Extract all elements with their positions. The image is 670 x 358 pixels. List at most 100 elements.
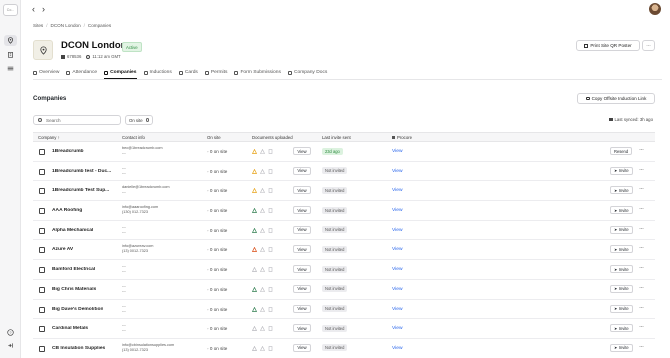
view-documents-button[interactable]: View — [293, 206, 311, 215]
help-icon[interactable]: ? — [4, 327, 17, 338]
action-label: Invite — [618, 207, 629, 213]
procore-view-link[interactable]: View — [392, 208, 403, 213]
building-icon[interactable] — [4, 49, 17, 60]
row-more-icon[interactable]: ··· — [639, 167, 644, 173]
table-row[interactable]: Alpha Mechanical --- --- ◦ 0 on site View Not… — [33, 221, 655, 241]
company-name[interactable]: CB Insulation Supplies — [52, 346, 105, 351]
table-row[interactable]: Cardinal Metals --- --- ◦ 0 on site View Not … — [33, 319, 655, 339]
table-row[interactable]: Bamford Electrical --- --- ◦ 0 on site View N… — [33, 260, 655, 280]
row-more-icon[interactable]: ··· — [639, 324, 644, 330]
row-more-icon[interactable]: ··· — [639, 265, 644, 271]
row-more-icon[interactable]: ··· — [639, 206, 644, 212]
collapse-icon[interactable] — [4, 340, 17, 351]
procore-view-link[interactable]: View — [392, 149, 403, 154]
view-documents-button[interactable]: View — [293, 225, 311, 234]
table-row[interactable]: 1Breadcrumb Test Sup... danielle@1breadcr… — [33, 181, 655, 202]
company-name[interactable]: 1Breadcrumb test - Duc... — [52, 169, 111, 174]
invite-button[interactable]: ➤ Invite — [610, 343, 633, 352]
invite-button[interactable]: ➤ Invite — [610, 166, 633, 175]
table-row[interactable]: Big Chris Materials --- --- ◦ 0 on site View… — [33, 280, 655, 300]
company-name[interactable]: Azure AV — [52, 247, 73, 252]
procore-view-link[interactable]: View — [392, 188, 403, 193]
table-row[interactable]: AAA Roofing info@aaaroofing.com (130) 012-… — [33, 201, 655, 221]
view-documents-button[interactable]: View — [293, 324, 311, 333]
view-documents-button[interactable]: View — [293, 166, 311, 175]
copy-offsite-link-button[interactable]: Copy Offsite Induction Link — [577, 93, 655, 104]
column-company[interactable]: Company ↑ — [38, 135, 60, 140]
table-row[interactable]: Azure AV info@azureav.com (13) 0012-7323 ◦ … — [33, 240, 655, 261]
procore-view-link[interactable]: View — [392, 307, 403, 312]
view-documents-button[interactable]: View — [293, 343, 311, 352]
invite-button[interactable]: ➤ Invite — [610, 265, 633, 274]
view-documents-button[interactable]: View — [293, 304, 311, 313]
company-name[interactable]: Big Chris Materials — [52, 287, 96, 292]
company-name[interactable]: Cardinal Metals — [52, 326, 88, 331]
company-name[interactable]: Alpha Mechanical — [52, 228, 93, 233]
forward-arrow-icon[interactable]: › — [42, 5, 45, 14]
file-icon — [268, 227, 273, 233]
procore-view-link[interactable]: View — [392, 247, 403, 252]
tab-company-docs[interactable]: Company Docs — [287, 70, 327, 79]
table-row[interactable]: 1Breadcrumb test - Duc... --- --- ◦ 0 on si… — [33, 162, 655, 182]
invite-button[interactable]: ➤ Invite — [610, 304, 633, 313]
view-documents-button[interactable]: View — [293, 284, 311, 293]
procore-view-link[interactable]: View — [392, 326, 403, 331]
row-more-icon[interactable]: ··· — [639, 186, 644, 192]
invite-button[interactable]: ➤ Invite — [610, 225, 633, 234]
tab-cards[interactable]: Cards — [178, 70, 198, 79]
procore-view-link[interactable]: View — [392, 346, 403, 351]
view-documents-button[interactable]: View — [293, 265, 311, 274]
procore-view-link[interactable]: View — [392, 228, 403, 233]
table-row[interactable]: Big Dave's Demolition --- --- ◦ 0 on site Vi… — [33, 300, 655, 320]
row-more-icon[interactable]: ··· — [639, 344, 644, 350]
view-documents-button[interactable]: View — [293, 186, 311, 195]
table-row[interactable]: CB Insulation Supplies info@cbinsulations… — [33, 339, 655, 358]
invite-button[interactable]: ➤ Invite — [610, 284, 633, 293]
row-more-icon[interactable]: ··· — [639, 245, 644, 251]
tab-inductions[interactable]: Inductions — [143, 70, 172, 79]
contact-info: danielle@1breadcrumb.com --- — [122, 185, 170, 195]
procore-view-link[interactable]: View — [392, 169, 403, 174]
invite-button[interactable]: ➤ Invite — [610, 186, 633, 195]
more-options-button[interactable]: ··· — [642, 40, 655, 51]
clear-filter-icon[interactable] — [145, 118, 150, 122]
workspace-logo[interactable]: Co... — [3, 4, 18, 16]
invite-button[interactable]: ➤ Invite — [610, 206, 633, 215]
page-title: DCON London — [61, 40, 127, 51]
view-documents-button[interactable]: View — [293, 147, 311, 155]
tab-permits[interactable]: Permits — [204, 70, 227, 79]
invite-status-badge: Not invited — [322, 265, 348, 273]
breadcrumb-sites[interactable]: Sites — [33, 23, 43, 28]
avatar[interactable] — [649, 3, 661, 15]
company-name[interactable]: AAA Roofing — [52, 208, 82, 213]
company-name[interactable]: 1Breadcrumb Test Sup... — [52, 188, 109, 193]
procore-view-link[interactable]: View — [392, 267, 403, 272]
back-arrow-icon[interactable]: ‹ — [32, 5, 35, 14]
tab-companies[interactable]: Companies — [104, 70, 137, 79]
print-qr-button[interactable]: Print Site QR Poster — [576, 40, 640, 51]
resend-button[interactable]: Resend — [610, 147, 633, 155]
filter-chip-on-site[interactable]: On site — [125, 115, 154, 125]
table-row[interactable]: 1Breadcrumb bec@1breadcrumb.com --- ◦ 0 on … — [33, 142, 655, 162]
company-name[interactable]: Bamford Electrical — [52, 267, 95, 272]
company-name[interactable]: Big Dave's Demolition — [52, 307, 103, 312]
document-status-icon — [251, 148, 258, 154]
invite-button[interactable]: ➤ Invite — [610, 324, 633, 333]
procore-view-link[interactable]: View — [392, 287, 403, 292]
row-more-icon[interactable]: ··· — [639, 226, 644, 232]
tab-attendance[interactable]: Attendance — [66, 70, 97, 79]
breadcrumb-site[interactable]: DCON London — [51, 23, 81, 28]
tab-overview[interactable]: Overview — [33, 70, 59, 79]
invite-button[interactable]: ➤ Invite — [610, 245, 633, 254]
row-more-icon[interactable]: ··· — [639, 147, 644, 153]
row-more-icon[interactable]: ··· — [639, 285, 644, 291]
list-icon[interactable] — [4, 63, 17, 74]
row-more-icon[interactable]: ··· — [639, 305, 644, 311]
map-pin-icon[interactable] — [4, 35, 17, 46]
search-input[interactable]: Search — [33, 115, 121, 125]
view-documents-button[interactable]: View — [293, 245, 311, 254]
tab-label: Attendance — [72, 70, 98, 75]
tab-form-submissions[interactable]: Form Submissions — [234, 70, 281, 79]
company-name[interactable]: 1Breadcrumb — [52, 149, 84, 154]
on-site-text: 0 on site — [209, 247, 228, 253]
